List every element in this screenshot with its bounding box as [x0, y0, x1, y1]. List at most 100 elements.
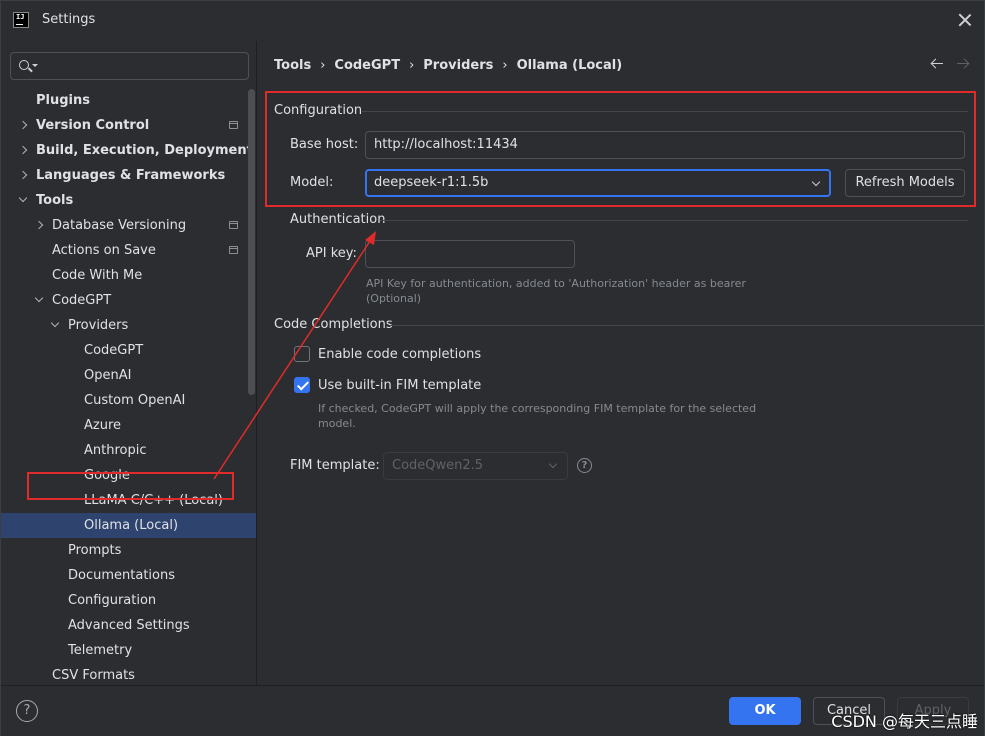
enable-code-completions-checkbox[interactable]: [294, 346, 310, 362]
chevron-down-icon[interactable]: [18, 193, 28, 203]
sidebar-item-label: Azure: [84, 418, 122, 433]
fim-template-label: FIM template:: [290, 458, 380, 473]
sidebar-item-label: Languages & Frameworks: [36, 168, 226, 183]
close-icon[interactable]: [956, 11, 974, 29]
ok-button[interactable]: OK: [729, 697, 801, 725]
help-icon[interactable]: ?: [16, 700, 38, 722]
sidebar-item-database-versioning[interactable]: Database Versioning: [1, 213, 247, 238]
sidebar-item-documentations[interactable]: Documentations: [1, 563, 247, 588]
api-key-help-line2: (Optional): [366, 292, 422, 305]
authentication-divider: [380, 220, 968, 221]
breadcrumb-separator: ›: [320, 57, 326, 73]
authentication-section-title: Authentication: [290, 212, 386, 227]
sidebar-item-label: Version Control: [36, 118, 150, 133]
use-builtin-fim-checkbox[interactable]: [294, 377, 310, 393]
sidebar-item-label: Database Versioning: [52, 218, 187, 233]
sidebar-item-telemetry[interactable]: Telemetry: [1, 638, 247, 663]
sidebar-item-label: Tools: [36, 193, 74, 208]
settings-sidebar: Plugins Version Control Build, Execution, …: [1, 41, 257, 685]
question-mark-help-icon[interactable]: ?: [577, 458, 592, 473]
intellij-app-icon: IJ: [13, 12, 29, 28]
fim-template-value: CodeQwen2.5: [392, 458, 484, 473]
sidebar-item-label: Telemetry: [68, 643, 133, 658]
title-bar: IJ Settings: [1, 1, 984, 41]
sidebar-item-label: Build, Execution, Deployment: [36, 143, 253, 158]
chevron-right-icon[interactable]: [18, 170, 28, 180]
annotation-highlight-ollama: [27, 472, 234, 500]
sidebar-item-version-control[interactable]: Version Control: [1, 113, 247, 138]
sidebar-item-actions-on-save[interactable]: Actions on Save: [1, 238, 247, 263]
sidebar-item-custom-openai[interactable]: Custom OpenAI: [1, 388, 247, 413]
search-icon: [19, 60, 29, 70]
search-options-chevron-icon[interactable]: [32, 64, 38, 67]
sidebar-item-languages-frameworks[interactable]: Languages & Frameworks: [1, 163, 247, 188]
sidebar-item-label: Documentations: [68, 568, 175, 583]
sidebar-item-label: Code With Me: [52, 268, 143, 283]
chevron-right-icon[interactable]: [34, 220, 44, 230]
chevron-down-icon[interactable]: [34, 293, 44, 303]
sidebar-item-advanced-settings[interactable]: Advanced Settings: [1, 613, 247, 638]
sidebar-item-openai[interactable]: OpenAI: [1, 363, 247, 388]
use-builtin-fim-label: Use built-in FIM template: [318, 378, 482, 393]
api-key-help-line1: API Key for authentication, added to 'Au…: [366, 277, 746, 290]
csdn-watermark: CSDN @每天三点睡: [831, 712, 978, 731]
sidebar-item-label: Plugins: [36, 93, 90, 108]
sidebar-item-anthropic[interactable]: Anthropic: [1, 438, 247, 463]
settings-tree: Plugins Version Control Build, Execution, …: [1, 88, 256, 685]
sidebar-item-label: Actions on Save: [52, 243, 156, 258]
back-arrow-icon[interactable]: [930, 58, 944, 70]
sidebar-item-label: Custom OpenAI: [84, 393, 186, 408]
chevron-right-icon[interactable]: [18, 145, 28, 155]
sidebar-item-label: Ollama (Local): [84, 518, 179, 533]
sidebar-item-label: Advanced Settings: [68, 618, 190, 633]
sidebar-item-configuration[interactable]: Configuration: [1, 588, 247, 613]
search-input[interactable]: [41, 56, 241, 76]
chevron-right-icon[interactable]: [18, 120, 28, 130]
sidebar-item-plugins[interactable]: Plugins: [1, 88, 247, 113]
chevron-down-icon: [548, 459, 558, 469]
breadcrumb-item[interactable]: Providers: [423, 58, 493, 73]
sidebar-item-ollama-local[interactable]: Ollama (Local): [1, 513, 256, 538]
sidebar-item-providers[interactable]: Providers: [1, 313, 247, 338]
forward-arrow-icon[interactable]: [956, 58, 970, 70]
window-title: Settings: [42, 12, 96, 27]
breadcrumb-item[interactable]: CodeGPT: [334, 58, 400, 73]
enable-code-completions-label: Enable code completions: [318, 347, 482, 362]
sidebar-item-label: CodeGPT: [52, 293, 112, 308]
sidebar-item-label: Prompts: [68, 543, 122, 558]
api-key-field[interactable]: [365, 240, 575, 268]
breadcrumb-separator: ›: [502, 57, 508, 73]
sidebar-item-codegpt[interactable]: CodeGPT: [1, 338, 247, 363]
sidebar-item-prompts[interactable]: Prompts: [1, 538, 247, 563]
sidebar-item-build-execution-deployment[interactable]: Build, Execution, Deployment: [1, 138, 253, 163]
breadcrumb: Tools › CodeGPT › Providers › Ollama (Local): [274, 56, 622, 74]
sidebar-item-tools[interactable]: Tools: [1, 188, 247, 213]
annotation-highlight-configuration: [265, 91, 976, 207]
sidebar-item-azure[interactable]: Azure: [1, 413, 247, 438]
sidebar-item-label: CodeGPT: [84, 343, 144, 358]
chevron-down-icon[interactable]: [50, 318, 60, 328]
fim-help-line1: If checked, CodeGPT will apply the corre…: [318, 402, 757, 415]
sidebar-item-csv-formats[interactable]: CSV Formats: [1, 663, 247, 685]
api-key-help: API Key for authentication, added to 'Au…: [366, 276, 746, 306]
breadcrumb-item[interactable]: Tools: [274, 58, 311, 73]
search-box[interactable]: [10, 52, 249, 80]
fim-help-line2: model.: [318, 417, 356, 430]
project-scope-icon: [229, 221, 238, 229]
breadcrumb-item[interactable]: Ollama (Local): [517, 58, 623, 73]
sidebar-scrollbar[interactable]: [248, 89, 255, 395]
sidebar-item-label: Anthropic: [84, 443, 147, 458]
api-key-label: API key:: [306, 246, 357, 261]
fim-template-dropdown[interactable]: CodeQwen2.5: [383, 452, 568, 480]
sidebar-item-label: OpenAI: [84, 368, 132, 383]
sidebar-item-label: Providers: [68, 318, 129, 333]
sidebar-item-label: CSV Formats: [52, 668, 135, 683]
breadcrumb-separator: ›: [409, 57, 415, 73]
sidebar-item-code-with-me[interactable]: Code With Me: [1, 263, 247, 288]
sidebar-item-codegpt[interactable]: CodeGPT: [1, 288, 247, 313]
settings-window: IJ Settings Plugins Version Control Build,…: [0, 0, 985, 736]
project-scope-icon: [229, 246, 238, 254]
sidebar-item-label: Configuration: [68, 593, 157, 608]
code-completions-section-title: Code Completions: [274, 317, 393, 332]
code-completions-divider: [389, 325, 984, 326]
